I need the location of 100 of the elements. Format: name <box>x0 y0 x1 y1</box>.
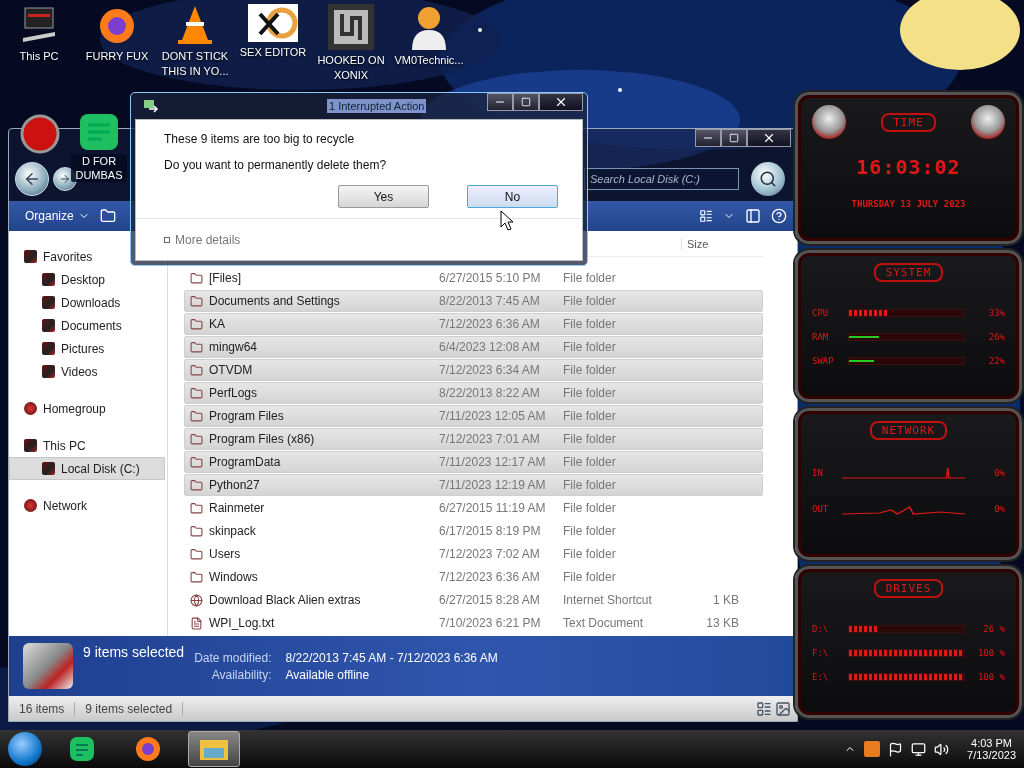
type-cell-text: File folder <box>563 570 617 584</box>
dialog-question: Do you want to permanently delete them? <box>163 157 388 172</box>
file-row[interactable]: OTVDM 7/12/2023 6:34 AM File folder <box>184 359 763 381</box>
clock-time: 16:03:02 <box>856 155 961 179</box>
file-name: Program Files (x86) <box>209 432 315 446</box>
detail-value: Available offline <box>285 667 371 682</box>
type-cell-text: File folder <box>563 478 617 492</box>
file-name: KA <box>209 317 225 331</box>
nav-item[interactable]: This PC <box>9 434 165 457</box>
file-row[interactable]: WPI_Log.txt 7/10/2023 6:21 PM Text Document 13 KB <box>184 612 763 634</box>
meter-reading: 0% <box>993 468 1005 478</box>
minimize-button[interactable] <box>695 129 721 147</box>
file-row[interactable]: Download Black Alien extras 6/27/2015 8:28 AM Internet Shortcut 1 KB <box>184 589 763 611</box>
nav-item[interactable]: Network <box>9 494 165 517</box>
nav-item[interactable]: Local Disk (C:) <box>9 457 165 480</box>
forward-arrow-icon[interactable] <box>59 172 71 185</box>
file-row[interactable]: Program Files (x86) 7/12/2023 7:01 AM File folder <box>184 428 763 450</box>
desktop-icon-label[interactable]: HOOKED ON XONIX <box>314 53 388 83</box>
file-name: Documents and Settings <box>209 294 340 308</box>
file-row[interactable]: Windows 7/12/2023 6:36 AM File folder <box>184 566 763 588</box>
desktop-icon-label[interactable]: SEX EDITOR <box>236 45 310 60</box>
tray-time[interactable]: 4:03 PM <box>971 737 1012 749</box>
file-name: Windows <box>209 570 258 584</box>
desktop-icon-label[interactable]: DONT STICK THIS IN YO... <box>158 49 232 79</box>
desktop-icon-label[interactable]: FURRY FUX <box>80 49 154 64</box>
nav-item[interactable]: Downloads <box>9 291 165 314</box>
date-cell-text: 6/17/2015 8:19 PM <box>439 524 542 538</box>
folder-icon <box>189 501 203 515</box>
close-icon[interactable] <box>762 131 776 145</box>
close-button[interactable] <box>747 129 791 147</box>
nav-item[interactable]: Documents <box>9 314 165 337</box>
maximize-icon[interactable] <box>729 133 739 143</box>
preview-pane-icon[interactable] <box>745 208 761 224</box>
taskbar-app[interactable] <box>188 731 240 767</box>
file-row[interactable]: PerfLogs 8/22/2013 8:22 AM File folder <box>184 382 763 404</box>
details-view-icon[interactable] <box>756 700 772 717</box>
meter-label: F:\ <box>812 648 830 658</box>
folder-icon <box>189 363 203 377</box>
tray-date[interactable]: 7/13/2023 <box>967 749 1016 761</box>
nav-item[interactable]: Pictures <box>9 337 165 360</box>
file-row[interactable]: Users 7/12/2023 7:02 AM File folder <box>184 543 763 565</box>
cursor-icon <box>500 210 514 232</box>
file-row[interactable]: mingw64 6/4/2023 12:08 AM File folder <box>184 336 763 358</box>
file-row[interactable]: KA 7/12/2023 6:36 AM File folder <box>184 313 763 335</box>
notepad-icon[interactable] <box>68 735 96 763</box>
desktop-icon-label[interactable]: This PC <box>2 49 76 64</box>
maximize-icon[interactable] <box>521 97 531 107</box>
more-details-link[interactable]: More details <box>175 232 241 247</box>
desktop-icon-label[interactable]: D FOR DUMBAS <box>71 154 127 182</box>
type-cell-text: File folder <box>563 271 617 285</box>
file-row[interactable]: Rainmeter 6/27/2015 11:19 AM File folder <box>184 497 763 519</box>
type-cell-text: File folder <box>563 547 617 561</box>
tray-app-icon[interactable] <box>864 741 881 757</box>
nav-item[interactable]: Homegroup <box>9 397 165 420</box>
tiles-view-icon[interactable] <box>775 700 791 717</box>
close-icon[interactable] <box>554 95 568 109</box>
dialog-button[interactable]: No <box>467 185 558 208</box>
folder-icon <box>189 317 203 331</box>
date-cell-text: 6/27/2015 5:10 PM <box>439 271 542 285</box>
organize-menu[interactable]: Organize <box>25 207 90 225</box>
nav-item[interactable]: Desktop <box>9 268 165 291</box>
help-icon[interactable] <box>771 208 787 224</box>
desktop-icon-label[interactable]: VM0Technic... <box>392 53 466 68</box>
nav-item[interactable]: Videos <box>9 360 165 383</box>
file-name: [Files] <box>209 271 241 285</box>
fox-icon[interactable] <box>134 735 162 763</box>
file-row[interactable]: skinpack 6/17/2015 8:19 PM File folder <box>184 520 763 542</box>
network-icon[interactable] <box>911 741 927 757</box>
column-header[interactable]: Size <box>681 237 763 250</box>
detail-label: Availability: <box>210 667 272 682</box>
clock-date: THURSDAY 13 JULY 2023 <box>851 199 966 209</box>
file-row[interactable]: Documents and Settings 8/22/2013 7:45 AM File folder <box>184 290 763 312</box>
start-button[interactable] <box>8 732 42 766</box>
folder-icon <box>189 271 203 285</box>
type-cell-text: Internet Shortcut <box>563 593 653 607</box>
view-options-icon[interactable] <box>699 209 713 223</box>
maximize-button[interactable] <box>513 93 539 111</box>
size-cell-text: 13 KB <box>705 616 739 630</box>
file-row[interactable]: Program Files 7/11/2023 12:05 AM File folder <box>184 405 763 427</box>
file-row[interactable]: Python27 7/11/2023 12:19 AM File folder <box>184 474 763 496</box>
maximize-button[interactable] <box>721 129 747 147</box>
dialog-button[interactable]: Yes <box>338 185 429 208</box>
volume-icon[interactable] <box>934 741 950 757</box>
file-row[interactable]: [Files] 6/27/2015 5:10 PM File folder <box>184 267 763 289</box>
date-cell-text: 7/10/2023 6:21 PM <box>439 616 542 630</box>
meter-label: RAM <box>812 332 830 342</box>
hex-editor-icon <box>248 4 298 42</box>
folder-icon[interactable] <box>99 208 116 224</box>
meter-label: CPU <box>812 308 830 318</box>
minimize-button[interactable] <box>487 93 513 111</box>
meter-reading: 26 % <box>982 624 1005 634</box>
widget-title: SYSTEM <box>873 263 944 282</box>
date-cell-text: 7/11/2023 12:05 AM <box>439 409 547 423</box>
flag-icon[interactable] <box>888 741 904 757</box>
nav-item[interactable]: Favorites <box>9 245 165 268</box>
file-row[interactable]: ProgramData 7/11/2023 12:17 AM File folder <box>184 451 763 473</box>
date-cell-text: 8/22/2013 8:22 AM <box>439 386 541 400</box>
close-button[interactable] <box>539 93 583 111</box>
search-icon[interactable] <box>759 169 777 188</box>
folder-icon <box>189 340 203 354</box>
